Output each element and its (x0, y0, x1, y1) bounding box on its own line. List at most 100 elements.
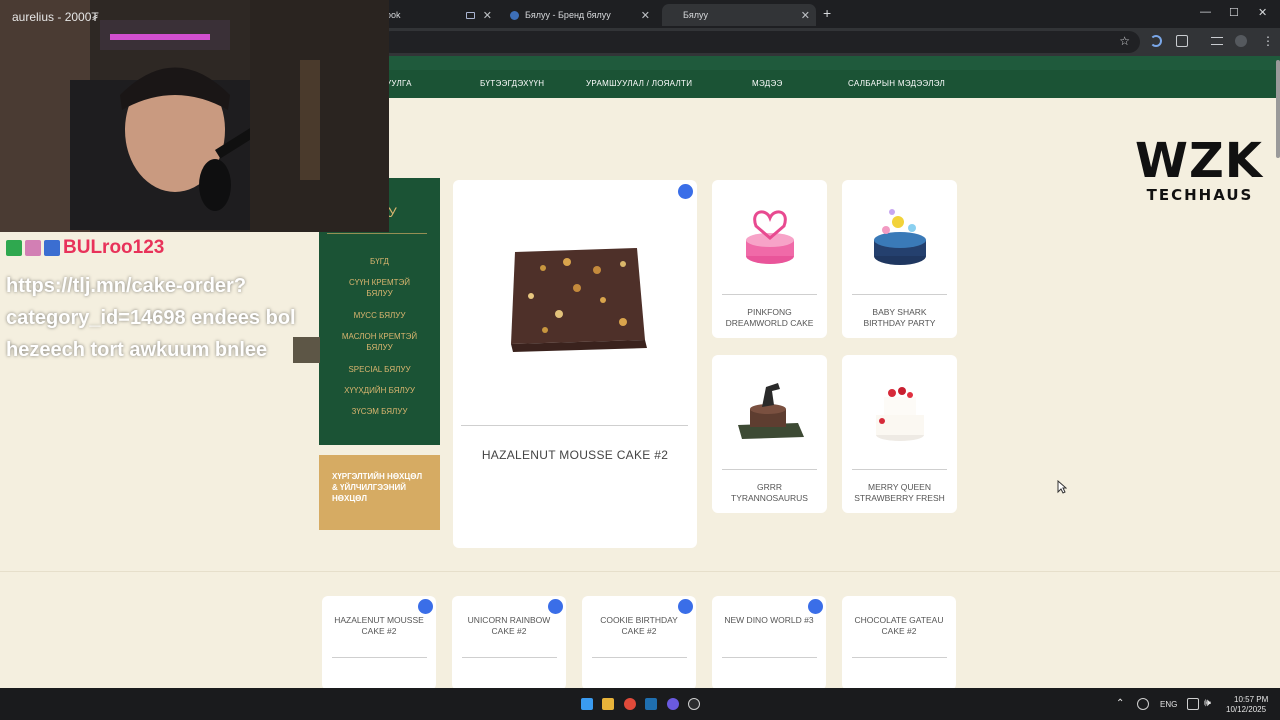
file-explorer-icon[interactable] (602, 698, 614, 710)
product-name[interactable]: CHOCOLATE GATEAU CAKE #2 (842, 615, 956, 637)
chat-message: https://tlj.mn/cake-order? category_id=1… (6, 270, 296, 366)
product-name[interactable]: NEW DINO WORLD #3 (712, 615, 826, 626)
product-card-pinkfong[interactable]: PINKFONG DREAMWORLD CAKE (712, 180, 827, 338)
tab-title: Бялуу - Бренд бялуу (525, 10, 611, 20)
site-icon (510, 10, 519, 20)
dinosaur-cake-image (738, 383, 804, 439)
discord-icon[interactable] (667, 698, 679, 710)
media-control-icon[interactable] (1211, 37, 1223, 45)
tab-byaluu-active[interactable]: Бялуу ✕ (662, 4, 816, 26)
badge-icon (418, 599, 433, 614)
mouse-cursor-icon (1057, 480, 1067, 494)
section-divider (0, 571, 1280, 572)
tab-document[interactable]: ✕ (466, 4, 498, 26)
product-card[interactable]: NEW DINO WORLD #3 (712, 596, 826, 690)
product-name[interactable]: BABY SHARK BIRTHDAY PARTY (842, 307, 957, 329)
chat-line: hezeech tort awkuum bnlee (6, 339, 268, 361)
chat-line: https://tlj.mn/cake-order? (6, 275, 247, 297)
product-name[interactable]: HAZALENUT MOUSSE CAKE #2 (322, 615, 436, 637)
product-card[interactable]: COOKIE BIRTHDAY CAKE #2 (582, 596, 696, 690)
webcam-feed-image (0, 0, 389, 232)
tab-byaluu-brand[interactable]: Бялуу - Бренд бялуу ✕ (504, 4, 656, 26)
flag-badge-icon (44, 240, 60, 256)
doc-icon (466, 11, 475, 19)
nav-item-products[interactable]: БҮТЭЭГДЭХҮҮН (480, 79, 544, 88)
category-link-all[interactable]: БҮГД (319, 256, 440, 267)
featured-product-name[interactable]: HAZALENUT MOUSSE CAKE #2 (453, 448, 697, 462)
category-link-milk-cream[interactable]: СҮҮН КРЕМТЭЙ БЯЛУУ (319, 277, 440, 299)
close-icon[interactable]: ✕ (483, 9, 492, 22)
close-icon[interactable]: ✕ (641, 9, 650, 22)
close-window-button[interactable]: ✕ (1258, 6, 1267, 19)
category-link-mousse[interactable]: МУСС БЯЛУУ (319, 310, 440, 321)
windows-start-icon[interactable] (581, 698, 593, 710)
clock-date[interactable]: 10/12/2025 (1226, 705, 1266, 714)
extensions-icon[interactable] (1176, 35, 1188, 47)
badge-icon (678, 184, 693, 199)
nav-item-branches[interactable]: САЛБАРЫН МЭДЭЭЛЭЛ (848, 79, 945, 88)
category-link-special[interactable]: SPECIAL БЯЛУУ (319, 364, 440, 375)
divider (462, 657, 557, 658)
baby-shark-cake-image (874, 209, 926, 265)
divider (592, 657, 687, 658)
product-name[interactable]: MERRY QUEEN STRAWBERRY FRESH (842, 482, 957, 504)
divider (852, 657, 947, 658)
network-icon[interactable] (1137, 698, 1149, 710)
emote-image (293, 337, 320, 363)
settings-icon[interactable] (688, 698, 700, 710)
category-link-kids[interactable]: ХҮҮХДИЙН БЯЛУУ (319, 385, 440, 396)
chrome-icon[interactable] (624, 698, 636, 710)
strawberry-cake-image (876, 387, 924, 441)
fox-badge-icon (25, 240, 41, 256)
product-card-baby-shark[interactable]: BABY SHARK BIRTHDAY PARTY (842, 180, 957, 338)
windows-taskbar: ⌃ ENG 🕪 10:57 PM 10/12/2025 (0, 688, 1280, 720)
speaker-icon[interactable] (1150, 35, 1162, 47)
menu-dots-icon[interactable]: ⋮ (1262, 34, 1274, 48)
divider (722, 469, 817, 470)
product-card[interactable]: UNICORN RAINBOW CAKE #2 (452, 596, 566, 690)
watermark-subtitle: TECHHAUS (1146, 186, 1254, 204)
category-link-sliced[interactable]: ЗҮСЭМ БЯЛУУ (319, 406, 440, 417)
page-scrollbar[interactable] (1276, 60, 1280, 158)
language-indicator[interactable]: ENG (1160, 700, 1177, 709)
nav-item-promotions[interactable]: УРАМШУУЛАЛ / ЛОЯАЛТИ (586, 79, 692, 88)
first-badge-icon (6, 240, 22, 256)
chocolate-cake-image (511, 248, 647, 352)
product-card[interactable]: CHOCOLATE GATEAU CAKE #2 (842, 596, 956, 690)
nav-item-1[interactable]: УУЛГА (386, 79, 412, 88)
close-icon[interactable]: ✕ (801, 9, 810, 22)
category-link-butter-cream[interactable]: МАСЛОН КРЕМТЭЙ БЯЛУУ (319, 331, 440, 353)
tray-chevron-icon[interactable]: ⌃ (1116, 698, 1124, 709)
badge-icon (678, 599, 693, 614)
product-name[interactable]: COOKIE BIRTHDAY CAKE #2 (582, 615, 696, 637)
chat-username: BULroo123 (6, 237, 164, 259)
tab-ook[interactable]: ook (386, 4, 456, 26)
steam-icon[interactable] (645, 698, 657, 710)
product-card-grrr[interactable]: GRRR TYRANNOSAURUS (712, 355, 827, 513)
address-bar[interactable]: ☆ (380, 31, 1140, 53)
chat-line: category_id=14698 endees bol (6, 307, 296, 329)
delivery-terms-button[interactable]: ХҮРГЭЛТИЙН НӨХЦӨЛ & ҮЙЛЧИЛГЭЭНИЙ НӨХЦӨЛ (319, 455, 440, 530)
product-card[interactable]: HAZALENUT MOUSSE CAKE #2 (322, 596, 436, 690)
divider (332, 657, 427, 658)
display-icon[interactable] (1187, 698, 1199, 710)
nav-item-news[interactable]: МЭДЭЭ (752, 79, 783, 88)
volume-icon[interactable]: 🕪 (1204, 697, 1211, 710)
divider (461, 425, 688, 426)
minimize-button[interactable]: — (1200, 6, 1211, 18)
divider (852, 469, 947, 470)
tab-title: Бялуу (683, 10, 709, 20)
divider (722, 294, 817, 295)
featured-product-card[interactable]: HAZALENUT MOUSSE CAKE #2 (453, 180, 697, 548)
product-name[interactable]: UNICORN RAINBOW CAKE #2 (452, 615, 566, 637)
bookmark-star-icon[interactable]: ☆ (1119, 34, 1130, 48)
product-name[interactable]: GRRR TYRANNOSAURUS (712, 482, 827, 504)
product-card-merry-queen[interactable]: MERRY QUEEN STRAWBERRY FRESH (842, 355, 957, 513)
chat-user-name: BULroo123 (63, 237, 165, 258)
divider (327, 233, 427, 234)
product-name[interactable]: PINKFONG DREAMWORLD CAKE (712, 307, 827, 329)
profile-avatar[interactable] (1235, 35, 1247, 47)
new-tab-button[interactable]: + (823, 5, 831, 21)
maximize-button[interactable]: ☐ (1229, 6, 1239, 19)
clock-time[interactable]: 10:57 PM (1234, 695, 1268, 704)
